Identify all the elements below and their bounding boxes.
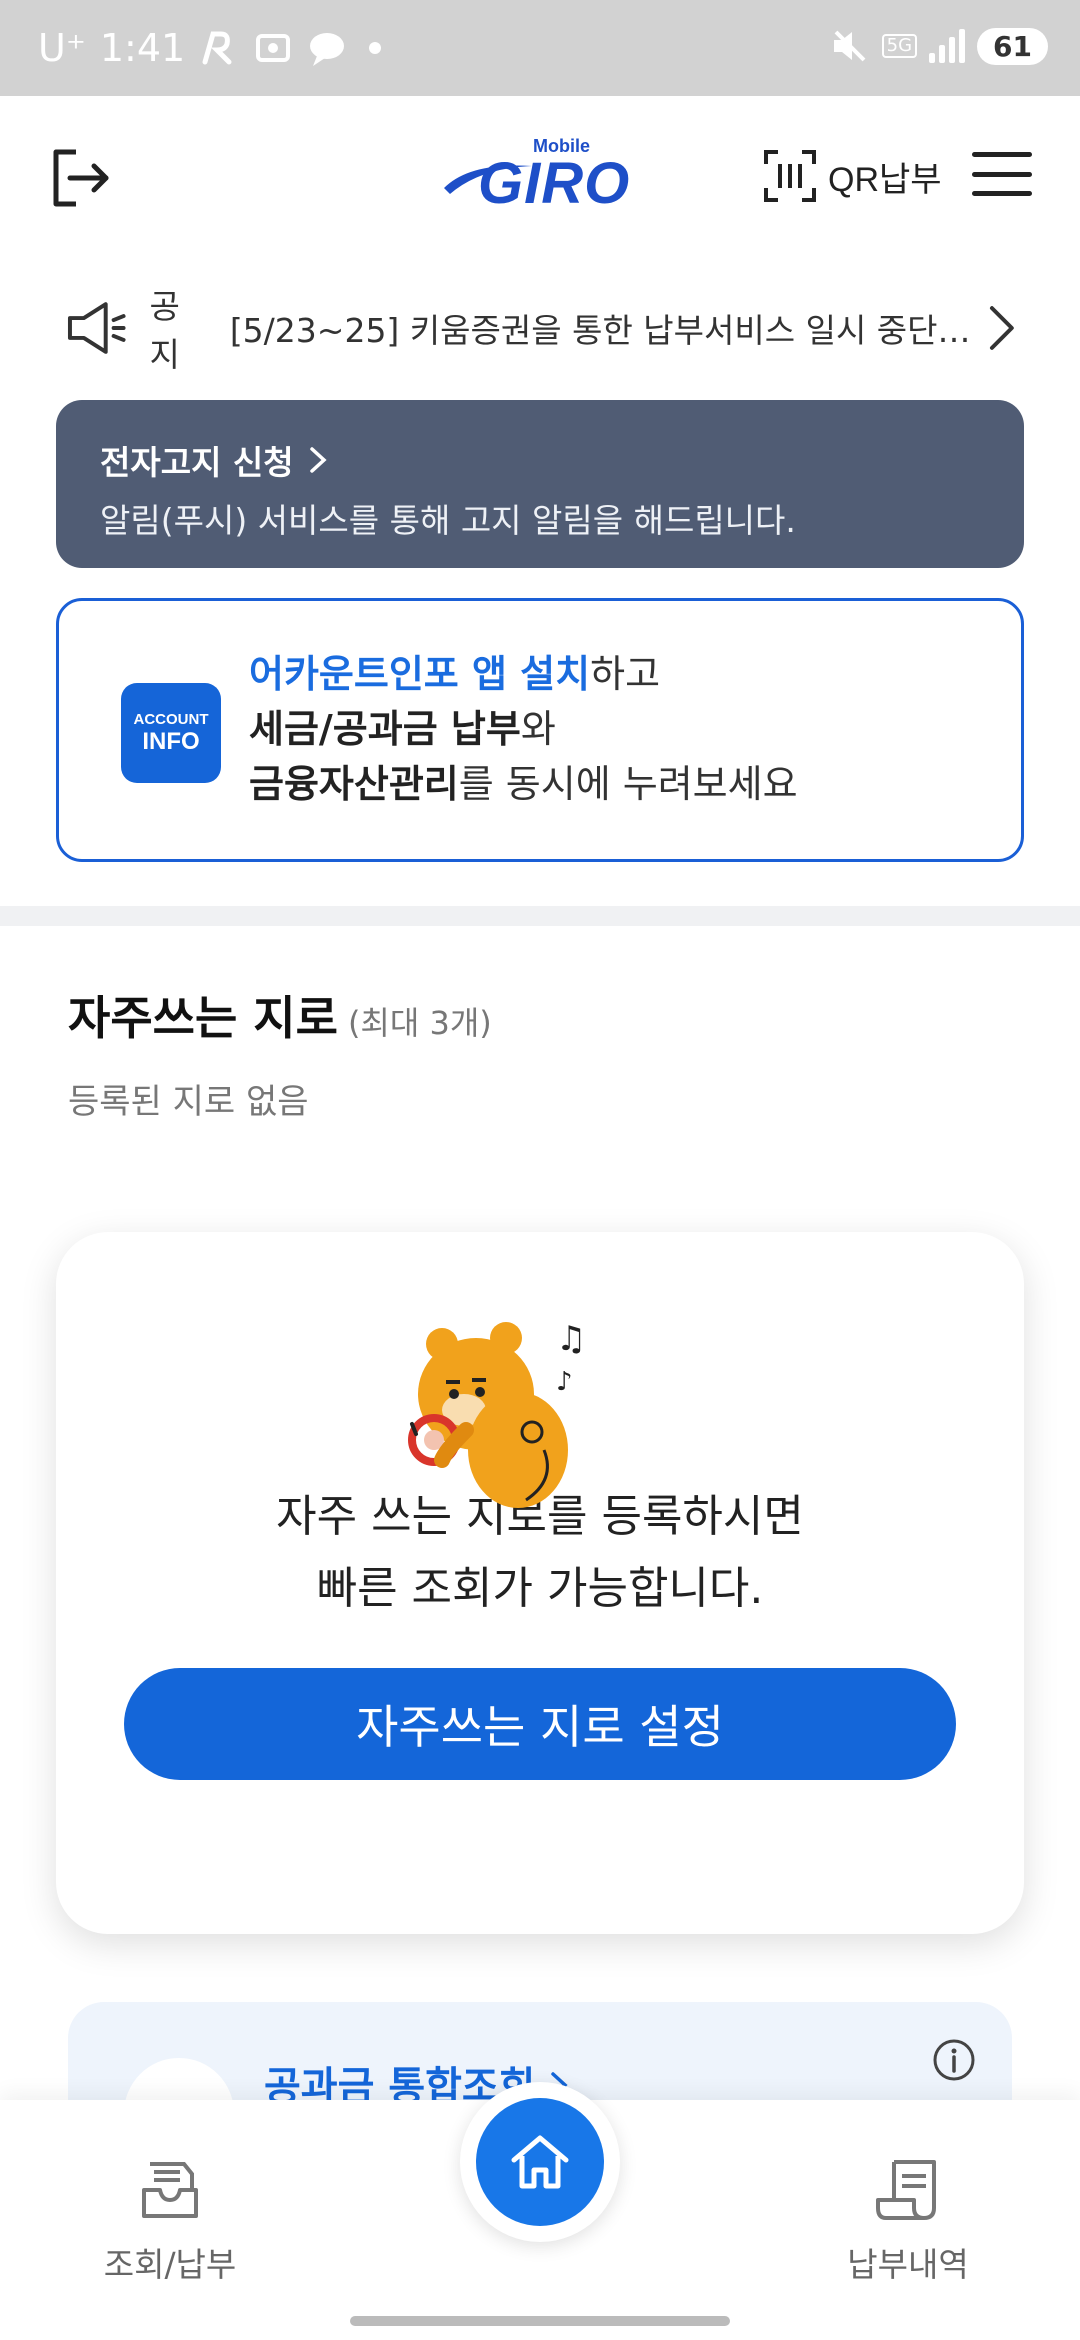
nav-label-payment-history: 납부내역: [847, 2245, 969, 2284]
nav-label-inquiry-payment: 조회/납부: [103, 2245, 237, 2284]
account-info-line2-rest: 와: [520, 707, 556, 751]
e-notice-title-row: 전자고지 신청: [100, 436, 980, 484]
screenshot-icon: [253, 28, 293, 68]
account-info-line3-bold: 금융자산관리: [249, 762, 459, 806]
account-info-logo-line2: INFO: [142, 728, 200, 755]
svg-text:♪: ♪: [556, 1367, 573, 1397]
app-notification-icon: [199, 28, 239, 68]
nav-item-inquiry-payment[interactable]: 조회/납부: [70, 2154, 270, 2286]
favorites-empty-text: 등록된 지로 없음: [68, 1082, 309, 1122]
bear-character-illustration: ♫ ♪: [408, 1319, 586, 1508]
account-info-logo: ACCOUNT INFO: [121, 683, 221, 783]
battery-level: 61: [977, 27, 1048, 65]
account-info-text: 어카운트인포 앱 설치하고 세금/공과금 납부와 금융자산관리를 동시에 누려보…: [249, 647, 798, 812]
favorites-heading: 자주쓰는 지로 (최대 3개): [68, 982, 492, 1048]
home-button-inner: [476, 2098, 604, 2226]
card-message-line2: 빠른 조회가 가능합니다.: [316, 1563, 764, 1614]
logo-giro-text: GIRO: [478, 151, 631, 216]
account-info-line1-rest: 하고: [590, 652, 661, 696]
hamburger-menu-icon[interactable]: [972, 152, 1032, 196]
info-icon[interactable]: [932, 2038, 976, 2082]
account-info-highlight: 어카운트인포 앱 설치: [249, 652, 591, 696]
home-button[interactable]: [460, 2082, 620, 2242]
account-info-line2-bold: 세금/공과금 납부: [249, 707, 521, 751]
gesture-home-indicator: [350, 2316, 730, 2326]
logout-icon[interactable]: [48, 146, 112, 210]
more-notifications-dot: [369, 42, 382, 54]
giro-logo: Mobile GIRO: [440, 136, 644, 216]
account-info-logo-line1: ACCOUNT: [133, 711, 209, 728]
notice-text: [5/23~25] 키움증권을 통한 납부서비스 일시 중단 안내: [229, 311, 973, 350]
nav-item-payment-history[interactable]: 납부내역: [808, 2154, 1008, 2286]
e-notice-title: 전자고지 신청: [100, 443, 294, 482]
app-header: Mobile GIRO QR납부: [0, 96, 1080, 256]
qr-payment-button[interactable]: QR납부: [762, 146, 942, 206]
receipt-icon: [876, 2160, 936, 2220]
chevron-right-icon: [309, 447, 327, 473]
set-favorite-giro-button[interactable]: 자주쓰는 지로 설정: [124, 1668, 956, 1780]
favorites-card: 님, 자주 쓰는 지로를 등록하시면 빠른 조회가 가능합니다. ♫ ♪ 자주쓰…: [56, 1232, 1024, 1934]
status-bar-left: U⁺ 1:41: [38, 26, 382, 70]
barcode-scan-icon: [764, 150, 816, 202]
qr-payment-label: QR납부: [828, 160, 942, 199]
svg-text:♫: ♫: [556, 1319, 586, 1359]
e-notice-banner[interactable]: 전자고지 신청 알림(푸시) 서비스를 통해 고지 알림을 해드립니다.: [56, 400, 1024, 568]
section-divider: [0, 906, 1080, 926]
home-icon: [511, 2135, 569, 2189]
status-bar-right: 5G 61: [830, 26, 1048, 66]
chat-icon: [307, 28, 347, 68]
megaphone-icon: [67, 302, 126, 354]
notice-bar[interactable]: 공지 [5/23~25] 키움증권을 통한 납부서비스 일시 중단 안내: [64, 287, 1020, 374]
chevron-right-icon: [990, 306, 1015, 350]
account-info-line3-rest: 를 동시에 누려보세요: [458, 762, 798, 806]
inbox-icon: [142, 2162, 198, 2218]
network-type-badge: 5G: [881, 34, 918, 58]
clock: 1:41: [99, 26, 186, 70]
favorites-title: 자주쓰는 지로: [68, 991, 338, 1045]
signal-strength-icon: [929, 29, 966, 63]
status-bar: U⁺ 1:41 5G 61: [0, 0, 1080, 96]
carrier-label: U⁺: [38, 26, 86, 70]
account-info-banner[interactable]: ACCOUNT INFO 어카운트인포 앱 설치하고 세금/공과금 납부와 금융…: [56, 598, 1024, 862]
bottom-navigation: 조회/납부 납부내역: [0, 2082, 1080, 2340]
favorites-subtitle: (최대 3개): [347, 1004, 492, 1042]
mute-vibrate-icon: [830, 26, 870, 66]
notice-tag: 공지: [149, 287, 180, 374]
e-notice-subtitle: 알림(푸시) 서비스를 통해 고지 알림을 해드립니다.: [100, 501, 796, 540]
